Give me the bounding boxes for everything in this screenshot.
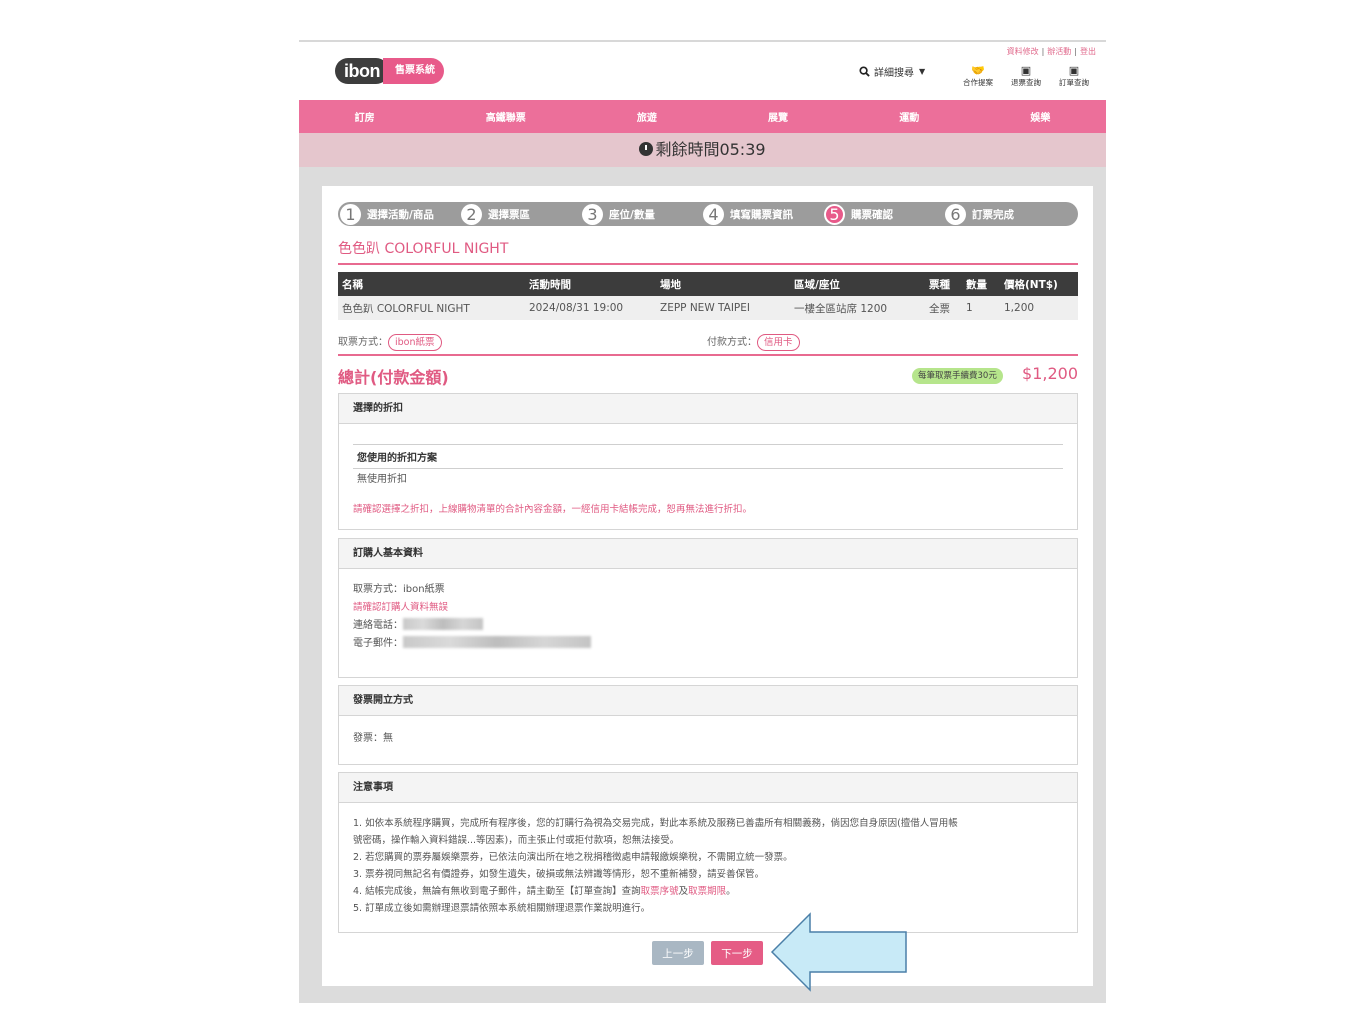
top-bar: ibon 售票系統 詳細搜尋 ▼ 資料修改 | 辦活動 | 登出 🤝 合作提案 ▣ 退票…	[299, 42, 1106, 100]
discount-plan-title: 您使用的折扣方案	[353, 444, 1063, 469]
pickup-method: 取票方式： ibon紙票	[338, 333, 442, 351]
note-line: 號密碼，操作輸入資料錯誤...等因素)，而主張止付或拒付款項，恕無法接受。	[353, 835, 680, 846]
document-icon: ▣	[1068, 64, 1080, 77]
note-line-4: 4. 結帳完成後，無論有無收到電子郵件，請主動至【訂單查詢】查詢取票序號及取票期…	[353, 886, 736, 897]
pickup-deadline-link: 取票期限	[688, 886, 727, 897]
total-label: 總計(付款金額)	[338, 368, 449, 387]
discount-panel: 選擇的折扣 您使用的折扣方案 無使用折扣 請確認選擇之折扣，上線購物清單的合計內…	[338, 393, 1078, 530]
nav-item-hsr[interactable]: 高鐵聯票	[486, 109, 526, 124]
logout-link[interactable]: 登出	[1080, 47, 1096, 56]
note-line: 5. 訂單成立後如需辦理退票請依照本系統相關辦理退票作業說明進行。	[353, 903, 651, 914]
order-query-label: 訂單查詢	[1059, 78, 1089, 87]
col-price: 價格(NT$)	[1000, 272, 1078, 296]
nav-item-hotel[interactable]: 訂房	[355, 109, 375, 124]
pointer-arrow-icon	[770, 912, 907, 992]
discount-panel-title: 選擇的折扣	[339, 394, 1077, 424]
step-6: 6 訂票完成	[945, 203, 1066, 225]
countdown-bar: 剩餘時間05:39	[299, 133, 1106, 167]
search-icon	[859, 66, 870, 77]
discount-plan-value: 無使用折扣	[357, 474, 407, 485]
payment-badge: 信用卡	[757, 334, 800, 351]
partnership-label: 合作提案	[963, 78, 993, 87]
total-amount: $1,200	[1022, 364, 1078, 383]
refund-query-link[interactable]: ▣ 退票查詢	[1006, 64, 1046, 88]
pickup-badge: ibon紙票	[388, 334, 442, 351]
quick-links: 🤝 合作提案 ▣ 退票查詢 ▣ 訂單查詢	[958, 64, 1094, 88]
countdown-text: 剩餘時間05:39	[655, 140, 766, 159]
col-area: 區域/座位	[790, 272, 925, 296]
phone-redacted	[403, 618, 483, 630]
buyer-confirm-note: 請確認訂購人資料無誤	[353, 602, 449, 613]
account-links: 資料修改 | 辦活動 | 登出	[1006, 47, 1096, 56]
ibon-logo[interactable]: ibon 售票系統	[335, 58, 444, 84]
note-line: 3. 票券視同無記名有價證券，如發生遺失，破損或無法辨識等情形，恕不重新補發，請…	[353, 869, 765, 880]
nav-item-entertainment[interactable]: 娛樂	[1030, 109, 1050, 124]
table-row: 色色趴 COLORFUL NIGHT 2024/08/31 19:00 ZEPP…	[338, 296, 1078, 320]
cell-quantity: 1	[962, 296, 1000, 320]
refund-query-label: 退票查詢	[1011, 78, 1041, 87]
buyer-email: 電子郵件：	[353, 635, 1063, 653]
step-4: 4 填寫購票資訊	[703, 203, 824, 225]
partnership-link[interactable]: 🤝 合作提案	[958, 64, 998, 88]
buyer-phone: 連絡電話：	[353, 617, 1063, 635]
cell-ticket-type: 全票	[925, 296, 962, 320]
col-name: 名稱	[338, 272, 525, 296]
step-2: 2 選擇票區	[461, 203, 582, 225]
cell-price: 1,200	[1000, 296, 1078, 320]
invoice-value: 發票：無	[353, 733, 393, 744]
progress-steps: 1 選擇活動/商品 2 選擇票區 3 座位/數量 4 填寫購票資訊 5 購票確認 6 訂票完…	[338, 202, 1078, 226]
method-row: 取票方式： ibon紙票 付款方式： 信用卡	[338, 332, 1078, 356]
document-icon: ▣	[1020, 64, 1032, 77]
cell-time: 2024/08/31 19:00	[525, 296, 656, 320]
discount-warning: 請確認選擇之折扣，上線購物清單的合計內容金額，一經信用卡結帳完成，恕再無法進行折…	[353, 504, 753, 515]
col-quantity: 數量	[962, 272, 1000, 296]
order-query-link[interactable]: ▣ 訂單查詢	[1054, 64, 1094, 88]
cell-name: 色色趴 COLORFUL NIGHT	[338, 296, 525, 320]
nav-item-travel[interactable]: 旅遊	[637, 109, 657, 124]
search-label: 詳細搜尋	[874, 68, 914, 79]
pickup-serial-link: 取票序號	[640, 886, 679, 897]
host-event-link[interactable]: 辦活動	[1047, 47, 1071, 56]
step-1: 1 選擇活動/商品	[340, 203, 461, 225]
clock-icon	[639, 142, 654, 156]
fee-badge: 每筆取票手續費30元	[912, 368, 1003, 384]
handshake-icon: 🤝	[971, 64, 985, 77]
logo-text: ibon	[335, 58, 389, 84]
col-ticket-type: 票種	[925, 272, 962, 296]
checkout-card: 1 選擇活動/商品 2 選擇票區 3 座位/數量 4 填寫購票資訊 5 購票確認 6 訂票完…	[322, 186, 1093, 986]
buyer-panel-title: 訂購人基本資料	[339, 539, 1077, 569]
invoice-panel-title: 發票開立方式	[339, 686, 1077, 716]
note-line: 2. 若您購買的票券屬娛樂票券，已依法向演出所在地之稅捐稽徵處申請報繳娛樂稅，不…	[353, 852, 793, 863]
step-5-current: 5 購票確認	[824, 203, 945, 225]
col-time: 活動時間	[525, 272, 656, 296]
step-3: 3 座位/數量	[582, 203, 703, 225]
advanced-search-dropdown[interactable]: 詳細搜尋 ▼	[859, 64, 925, 79]
buyer-pickup: 取票方式：ibon紙票	[353, 584, 445, 595]
chevron-down-icon: ▼	[919, 67, 926, 76]
ticket-table: 名稱 活動時間 場地 區域/座位 票種 數量 價格(NT$) 色色趴 COLOR…	[338, 272, 1078, 320]
cell-venue: ZEPP NEW TAIPEI	[656, 296, 790, 320]
note-line: 1. 如依本系統程序購買，完成所有程序後，您的訂購行為視為交易完成，對此本系統及…	[353, 818, 958, 829]
main-nav: 訂房 高鐵聯票 旅遊 展覽 運動 娛樂	[299, 100, 1106, 133]
browser-page: ibon 售票系統 詳細搜尋 ▼ 資料修改 | 辦活動 | 登出 🤝 合作提案 ▣ 退票…	[299, 40, 1106, 1003]
previous-step-button[interactable]: 上一步	[652, 941, 704, 965]
nav-item-sports[interactable]: 運動	[899, 109, 919, 124]
table-header-row: 名稱 活動時間 場地 區域/座位 票種 數量 價格(NT$)	[338, 272, 1078, 296]
next-step-button[interactable]: 下一步	[711, 941, 763, 965]
invoice-panel: 發票開立方式 發票：無	[338, 685, 1078, 765]
notes-panel-title: 注意事項	[339, 773, 1077, 803]
email-redacted	[403, 636, 591, 648]
logo-subtitle: 售票系統	[383, 58, 444, 84]
event-title: 色色趴 COLORFUL NIGHT	[338, 238, 1078, 265]
col-venue: 場地	[656, 272, 790, 296]
payment-method: 付款方式： 信用卡	[707, 333, 800, 351]
buyer-panel: 訂購人基本資料 取票方式：ibon紙票 請確認訂購人資料無誤 連絡電話： 電子郵…	[338, 538, 1078, 678]
nav-item-exhibition[interactable]: 展覽	[768, 109, 788, 124]
edit-profile-link[interactable]: 資料修改	[1007, 47, 1039, 56]
notes-panel: 注意事項 1. 如依本系統程序購買，完成所有程序後，您的訂購行為視為交易完成，對…	[338, 772, 1078, 933]
cell-area: 一樓全區站席 1200	[790, 296, 925, 320]
